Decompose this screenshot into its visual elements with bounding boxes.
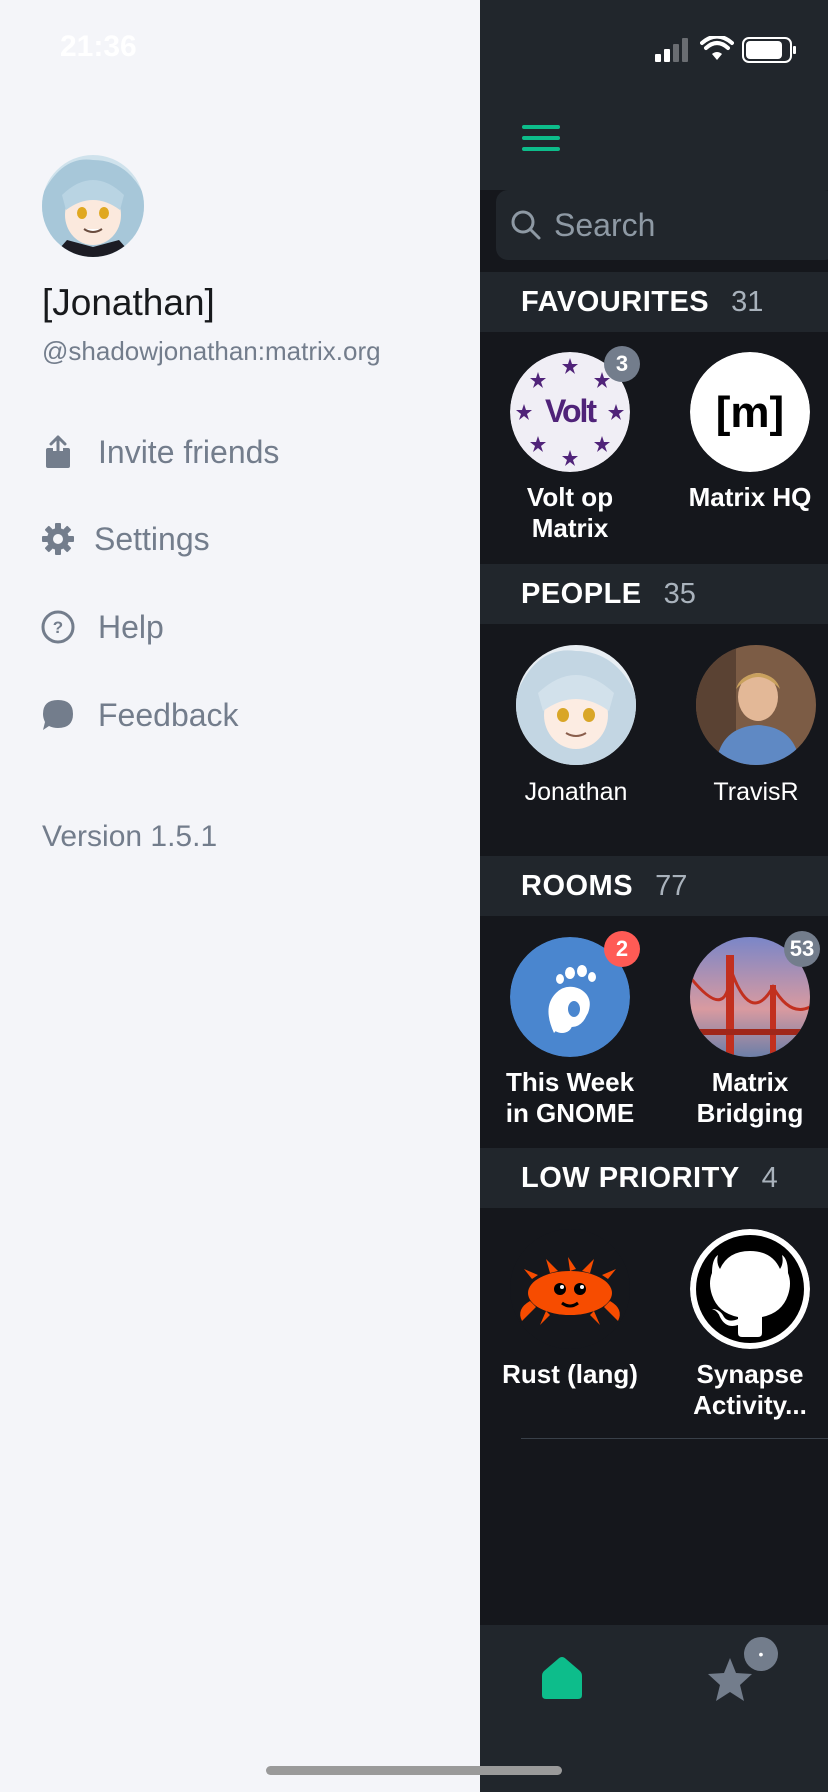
- room-name: Matrix Bridging: [660, 1067, 828, 1129]
- section-header-people[interactable]: PEOPLE 35: [480, 564, 828, 624]
- menu-label-help: Help: [98, 608, 164, 645]
- status-time: 21:36: [60, 30, 137, 63]
- status-icons: [650, 34, 800, 64]
- room-avatar: [m]: [690, 352, 810, 472]
- room-list-pane: FAVOURITES 31 Volt: [480, 0, 828, 1792]
- menu-feedback[interactable]: Feedback: [38, 685, 239, 745]
- menu-settings[interactable]: Settings: [38, 509, 210, 569]
- battery-icon: [742, 37, 798, 68]
- unread-badge: 53: [784, 931, 820, 967]
- room-name-line: Volt op: [526, 482, 614, 512]
- help-icon: ?: [38, 607, 78, 647]
- room-name-line: Matrix: [711, 1067, 789, 1097]
- search-icon: [510, 209, 542, 241]
- room-name-line: Rust (lang): [502, 1359, 638, 1389]
- matrix-logo-text: [m]: [716, 388, 784, 437]
- person-name: TravisR: [713, 778, 799, 806]
- room-avatar: [690, 1229, 810, 1349]
- room-tile-synapse-activity[interactable]: Synapse Activity...: [660, 1229, 828, 1421]
- side-drawer: [Jonathan] @shadowjonathan:matrix.org In…: [0, 0, 480, 1792]
- menu-label-settings: Settings: [94, 520, 210, 557]
- room-name-line: Bridging: [696, 1098, 804, 1128]
- dm-tile-jonathan[interactable]: Jonathan: [486, 645, 666, 808]
- room-name: Rust (lang): [480, 1359, 660, 1390]
- home-tab-icon[interactable]: [540, 1655, 590, 1705]
- menu-invite-friends[interactable]: Invite friends: [38, 422, 279, 482]
- menu-label-invite: Invite friends: [98, 433, 280, 470]
- room-name-line: Matrix: [531, 513, 609, 543]
- room-name: Matrix HQ: [660, 482, 828, 513]
- room-tile-this-week-in-gnome[interactable]: 2 This Week in GNOME: [480, 931, 660, 1129]
- room-list-header: [480, 0, 828, 190]
- room-name-line: This Week: [505, 1067, 635, 1097]
- room-name-line: Matrix HQ: [688, 482, 812, 512]
- room-avatar: Volt 3: [510, 346, 640, 472]
- signal-icon: [655, 38, 691, 67]
- notification-dot: •: [744, 1637, 778, 1671]
- room-name-line: in GNOME: [505, 1098, 635, 1128]
- svg-text:?: ?: [53, 618, 63, 637]
- app-version: Version 1.5.1: [42, 820, 218, 853]
- list-divider: [521, 1438, 828, 1439]
- dm-tile-travisr[interactable]: TravisR: [666, 645, 828, 808]
- room-avatar: 53: [690, 931, 820, 1057]
- room-name: Synapse Activity...: [660, 1359, 828, 1421]
- room-tile-volt-op-matrix[interactable]: Volt 3 Volt op Matrix: [480, 346, 660, 544]
- search-input[interactable]: [552, 205, 806, 245]
- menu-label-feedback: Feedback: [98, 696, 239, 733]
- menu-help[interactable]: ? Help: [38, 597, 164, 657]
- section-header-rooms[interactable]: ROOMS 77: [480, 856, 828, 916]
- room-avatar: 2: [510, 931, 640, 1057]
- room-tile-rust-lang[interactable]: Rust (lang): [480, 1229, 660, 1390]
- room-tile-matrix-hq[interactable]: [m] Matrix HQ: [660, 352, 828, 513]
- search-container: [480, 190, 828, 278]
- profile-display-name: [Jonathan]: [42, 282, 215, 323]
- room-tile-matrix-bridging[interactable]: 53 Matrix Bridging: [660, 931, 828, 1129]
- section-header-favourites[interactable]: FAVOURITES 31: [480, 272, 828, 332]
- unread-badge: 3: [604, 346, 640, 382]
- room-name-line: Synapse: [696, 1359, 804, 1389]
- wifi-icon: [700, 34, 734, 67]
- room-avatar: [510, 1229, 630, 1349]
- section-title: LOW PRIORITY: [521, 1161, 740, 1194]
- section-count: 35: [663, 577, 696, 610]
- person-name: Jonathan: [524, 778, 628, 806]
- room-name: This Week in GNOME: [480, 1067, 660, 1129]
- person-avatar: [696, 645, 816, 765]
- section-count: 4: [761, 1161, 778, 1194]
- share-icon: [38, 432, 78, 472]
- person-avatar: [516, 645, 636, 765]
- section-title: FAVOURITES: [521, 285, 710, 318]
- unread-badge: 2: [604, 931, 640, 967]
- section-title: ROOMS: [521, 869, 634, 902]
- profile-avatar[interactable]: [42, 155, 144, 257]
- volt-logo-text: Volt: [545, 393, 597, 429]
- hamburger-menu-icon[interactable]: [522, 123, 562, 153]
- gear-icon: [38, 519, 78, 559]
- section-count: 31: [731, 285, 764, 318]
- room-name-line: Activity...: [693, 1390, 807, 1420]
- search-bar[interactable]: [496, 190, 828, 260]
- home-indicator[interactable]: [266, 1766, 562, 1775]
- chat-bubble-icon: [38, 695, 78, 735]
- section-count: 77: [655, 869, 688, 902]
- section-header-low-priority[interactable]: LOW PRIORITY 4: [480, 1148, 828, 1208]
- room-name: Volt op Matrix: [480, 482, 660, 544]
- profile-user-id: @shadowjonathan:matrix.org: [42, 336, 381, 366]
- section-title: PEOPLE: [521, 577, 642, 610]
